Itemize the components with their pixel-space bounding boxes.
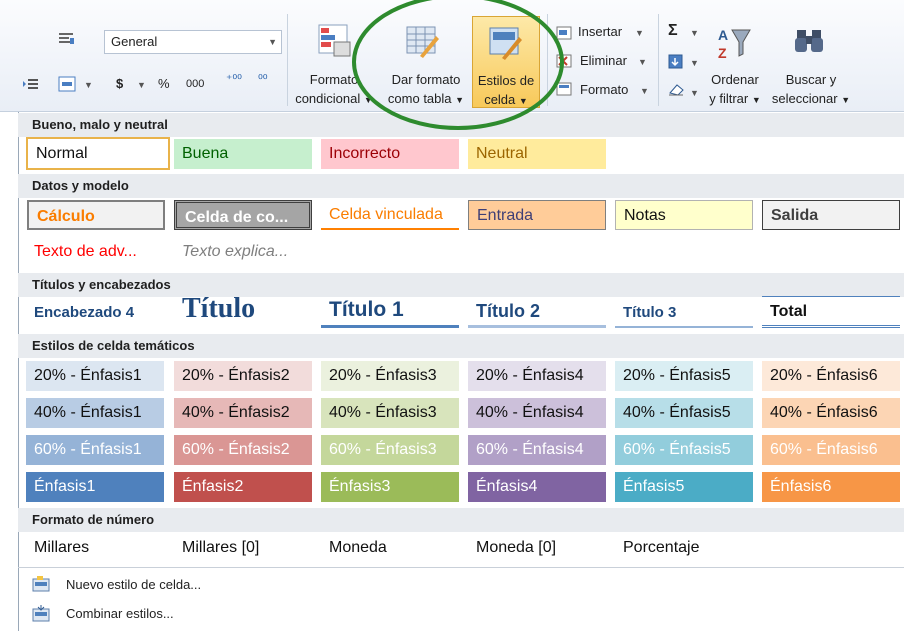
chevron-down-icon[interactable]: ▼	[640, 86, 649, 96]
style-neutral[interactable]: Neutral	[468, 139, 606, 169]
style-check-cell[interactable]: Celda de co...	[174, 200, 312, 230]
merge-styles-label: Combinar estilos...	[66, 606, 174, 621]
insert-button[interactable]: Insertar	[578, 24, 622, 39]
style-20-accent3[interactable]: 20% - Énfasis3	[321, 361, 459, 391]
style-40-accent4[interactable]: 40% - Énfasis4	[468, 398, 606, 428]
style-warning-text[interactable]: Texto de adv...	[26, 237, 164, 267]
style-60-accent2[interactable]: 60% - Énfasis2	[174, 435, 312, 465]
chevron-down-icon[interactable]: ▼	[690, 28, 699, 38]
thousands-button[interactable]: 000	[186, 78, 204, 90]
binoculars-icon[interactable]	[794, 26, 826, 56]
style-normal[interactable]: Normal	[26, 137, 170, 170]
chevron-down-icon[interactable]: ▼	[638, 57, 647, 67]
style-accent2[interactable]: Énfasis2	[174, 472, 312, 502]
style-input[interactable]: Entrada	[468, 200, 606, 230]
chevron-down-icon: ▼	[268, 37, 277, 47]
style-currency-0[interactable]: Moneda [0]	[468, 533, 606, 563]
number-format-value: General	[111, 34, 158, 49]
chevron-down-icon[interactable]: ▼	[84, 80, 93, 90]
format-button[interactable]: Formato	[580, 82, 628, 97]
merge-styles-menu-item[interactable]: Combinar estilos...	[66, 606, 174, 621]
style-20-accent6[interactable]: 20% - Énfasis6	[762, 361, 900, 391]
style-20-accent5[interactable]: 20% - Énfasis5	[615, 361, 753, 391]
style-40-accent5[interactable]: 40% - Énfasis5	[615, 398, 753, 428]
merge-cells-icon[interactable]	[58, 76, 78, 94]
style-40-accent1[interactable]: 40% - Énfasis1	[26, 398, 164, 428]
style-accent3[interactable]: Énfasis3	[321, 472, 459, 502]
style-heading-3[interactable]: Título 3	[615, 298, 753, 328]
new-cell-style-menu-item[interactable]: Nuevo estilo de celda...	[66, 577, 201, 592]
style-60-accent5[interactable]: 60% - Énfasis5	[615, 435, 753, 465]
wrap-text-icon[interactable]	[58, 32, 76, 46]
sort-filter-button[interactable]: Ordenar y filtrar ▼	[700, 70, 770, 110]
style-note[interactable]: Notas	[615, 200, 753, 230]
percent-button[interactable]: %	[158, 76, 170, 91]
sort-filter-label-1: Ordenar	[711, 72, 759, 87]
clear-icon[interactable]	[668, 82, 686, 96]
currency-button[interactable]: $	[116, 76, 123, 91]
chevron-down-icon[interactable]: ▼	[137, 80, 146, 90]
style-calculation[interactable]: Cálculo	[27, 200, 165, 230]
style-40-accent6[interactable]: 40% - Énfasis6	[762, 398, 900, 428]
chevron-down-icon[interactable]: ▼	[635, 28, 644, 38]
style-40-accent2[interactable]: 40% - Énfasis2	[174, 398, 312, 428]
style-20-accent1[interactable]: 20% - Énfasis1	[26, 361, 164, 391]
new-cell-style-label: Nuevo estilo de celda...	[66, 577, 202, 592]
style-20-accent4[interactable]: 20% - Énfasis4	[468, 361, 606, 391]
decrease-decimal-button[interactable]: ⁰⁰	[258, 72, 268, 86]
style-output[interactable]: Salida	[762, 200, 900, 230]
style-accent4[interactable]: Énfasis4	[468, 472, 606, 502]
find-select-label-2: seleccionar ▼	[771, 91, 851, 106]
style-heading-1[interactable]: Título 1	[321, 294, 459, 328]
style-60-accent6[interactable]: 60% - Énfasis6	[762, 435, 900, 465]
indent-icon[interactable]	[22, 78, 40, 92]
section-data-model: Datos y modelo	[18, 174, 904, 198]
find-select-button[interactable]: Buscar y seleccionar ▼	[764, 70, 858, 110]
menu-divider	[18, 567, 904, 568]
style-20-accent2[interactable]: 20% - Énfasis2	[174, 361, 312, 391]
style-heading-4[interactable]: Encabezado 4	[26, 298, 164, 328]
delete-button[interactable]: Eliminar	[580, 53, 627, 68]
style-comma[interactable]: Millares	[26, 533, 164, 563]
chevron-down-icon[interactable]: ▼	[690, 58, 699, 68]
style-bad[interactable]: Incorrecto	[321, 139, 459, 169]
style-60-accent1[interactable]: 60% - Énfasis1	[26, 435, 164, 465]
style-accent5[interactable]: Énfasis5	[615, 472, 753, 502]
increase-decimal-button[interactable]: ⁺⁰⁰	[226, 72, 242, 86]
style-40-accent3[interactable]: 40% - Énfasis3	[321, 398, 459, 428]
number-format-select[interactable]: General ▼	[104, 30, 282, 54]
style-title[interactable]: Título	[174, 292, 312, 328]
style-60-accent3[interactable]: 60% - Énfasis3	[321, 435, 459, 465]
style-explanatory-text[interactable]: Texto explica...	[174, 237, 312, 267]
highlight-ellipse	[352, 0, 564, 130]
new-style-icon	[32, 575, 50, 593]
style-comma-0[interactable]: Millares [0]	[174, 533, 312, 563]
style-60-accent4[interactable]: 60% - Énfasis4	[468, 435, 606, 465]
style-accent1[interactable]: Énfasis1	[26, 472, 164, 502]
autosum-button[interactable]: Σ	[668, 22, 678, 40]
find-select-label-1: Buscar y	[785, 72, 837, 87]
svg-text:Z: Z	[718, 45, 727, 61]
fill-icon[interactable]	[668, 54, 684, 70]
style-percent[interactable]: Porcentaje	[615, 533, 753, 563]
style-total[interactable]: Total	[762, 296, 900, 328]
style-accent6[interactable]: Énfasis6	[762, 472, 900, 502]
chevron-down-icon[interactable]: ▼	[690, 88, 699, 98]
style-linked-cell[interactable]: Celda vinculada	[321, 200, 459, 230]
style-currency[interactable]: Moneda	[321, 533, 459, 563]
style-good[interactable]: Buena	[174, 139, 312, 169]
sort-filter-label-2: y filtrar ▼	[709, 91, 761, 106]
section-titles-headings: Títulos y encabezados	[18, 273, 904, 297]
style-heading-2[interactable]: Título 2	[468, 296, 606, 328]
svg-text:A: A	[718, 27, 728, 43]
section-themed-styles: Estilos de celda temáticos	[18, 334, 904, 358]
sort-filter-icon[interactable]: AZ	[716, 24, 752, 62]
section-number-format: Formato de número	[18, 508, 904, 532]
merge-styles-icon	[32, 604, 50, 622]
